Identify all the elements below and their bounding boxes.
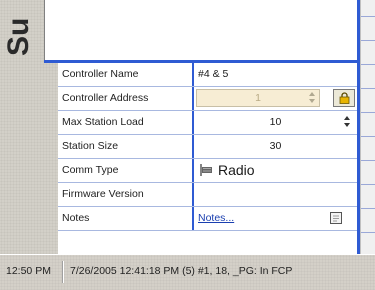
max-station-load-value[interactable]: 10 [192, 111, 357, 134]
property-row-controller-name[interactable]: Controller Name #4 & 5 [58, 63, 357, 87]
property-grid: Controller Name #4 & 5 Controller Addres… [58, 63, 357, 254]
comm-type-text: Radio [218, 162, 255, 178]
radio-icon [200, 164, 212, 176]
edge-tick [361, 136, 375, 137]
notes-link[interactable]: Notes... [198, 207, 234, 230]
property-row-controller-address[interactable]: Controller Address 1 [58, 87, 357, 111]
property-row-comm-type[interactable]: Comm Type Radio [58, 159, 357, 183]
controller-address-value: 1 [255, 92, 261, 104]
edge-tick [361, 208, 375, 209]
lock-button[interactable] [333, 89, 355, 107]
property-row-station-size[interactable]: Station Size 30 [58, 135, 357, 159]
edge-tick [361, 16, 375, 17]
controller-address-spinner[interactable] [308, 90, 316, 106]
max-station-load-spinner[interactable] [343, 114, 351, 130]
property-row-max-station-load[interactable]: Max Station Load 10 [58, 111, 357, 135]
panel-title-text: Su [2, 17, 35, 56]
status-bar: 12:50 PM 7/26/2005 12:41:18 PM (5) #1, 1… [0, 254, 375, 290]
spinner-down-icon [309, 99, 315, 103]
status-time: 12:50 PM [6, 265, 51, 277]
max-station-load-text: 10 [269, 116, 282, 128]
edge-tick [361, 40, 375, 41]
status-separator [62, 261, 64, 283]
spinner-up-icon [344, 116, 350, 120]
property-label: Max Station Load [62, 116, 144, 128]
notes-icon[interactable] [329, 211, 343, 225]
firmware-version-value[interactable] [192, 183, 357, 206]
status-message: 7/26/2005 12:41:18 PM (5) #1, 18, _PG: I… [70, 265, 293, 277]
panel-title: Su [2, 8, 36, 56]
right-scroll-edge[interactable] [360, 0, 375, 254]
edge-tick [361, 184, 375, 185]
edge-tick [361, 112, 375, 113]
station-size-value[interactable]: 30 [192, 135, 357, 158]
upper-white-panel [44, 0, 361, 62]
property-label: Firmware Version [62, 188, 144, 200]
property-label: Comm Type [62, 164, 119, 176]
property-label: Controller Name [62, 68, 139, 80]
edge-tick [361, 88, 375, 89]
controller-address-input[interactable]: 1 [196, 89, 320, 107]
property-label: Notes [62, 212, 90, 224]
property-label: Station Size [62, 140, 119, 152]
lock-icon [339, 92, 350, 104]
spinner-up-icon [309, 92, 315, 96]
controller-name-value[interactable]: #4 & 5 [192, 63, 357, 86]
property-row-notes[interactable]: Notes Notes... [58, 207, 357, 231]
controller-address-cell: 1 [192, 87, 357, 110]
property-label: Controller Address [62, 92, 149, 104]
notes-value-cell: Notes... [192, 207, 357, 230]
spinner-down-icon [344, 123, 350, 127]
edge-tick [361, 160, 375, 161]
edge-tick [361, 232, 375, 233]
edge-tick [361, 64, 375, 65]
comm-type-value[interactable]: Radio [192, 159, 357, 182]
property-row-firmware-version[interactable]: Firmware Version [58, 183, 357, 207]
